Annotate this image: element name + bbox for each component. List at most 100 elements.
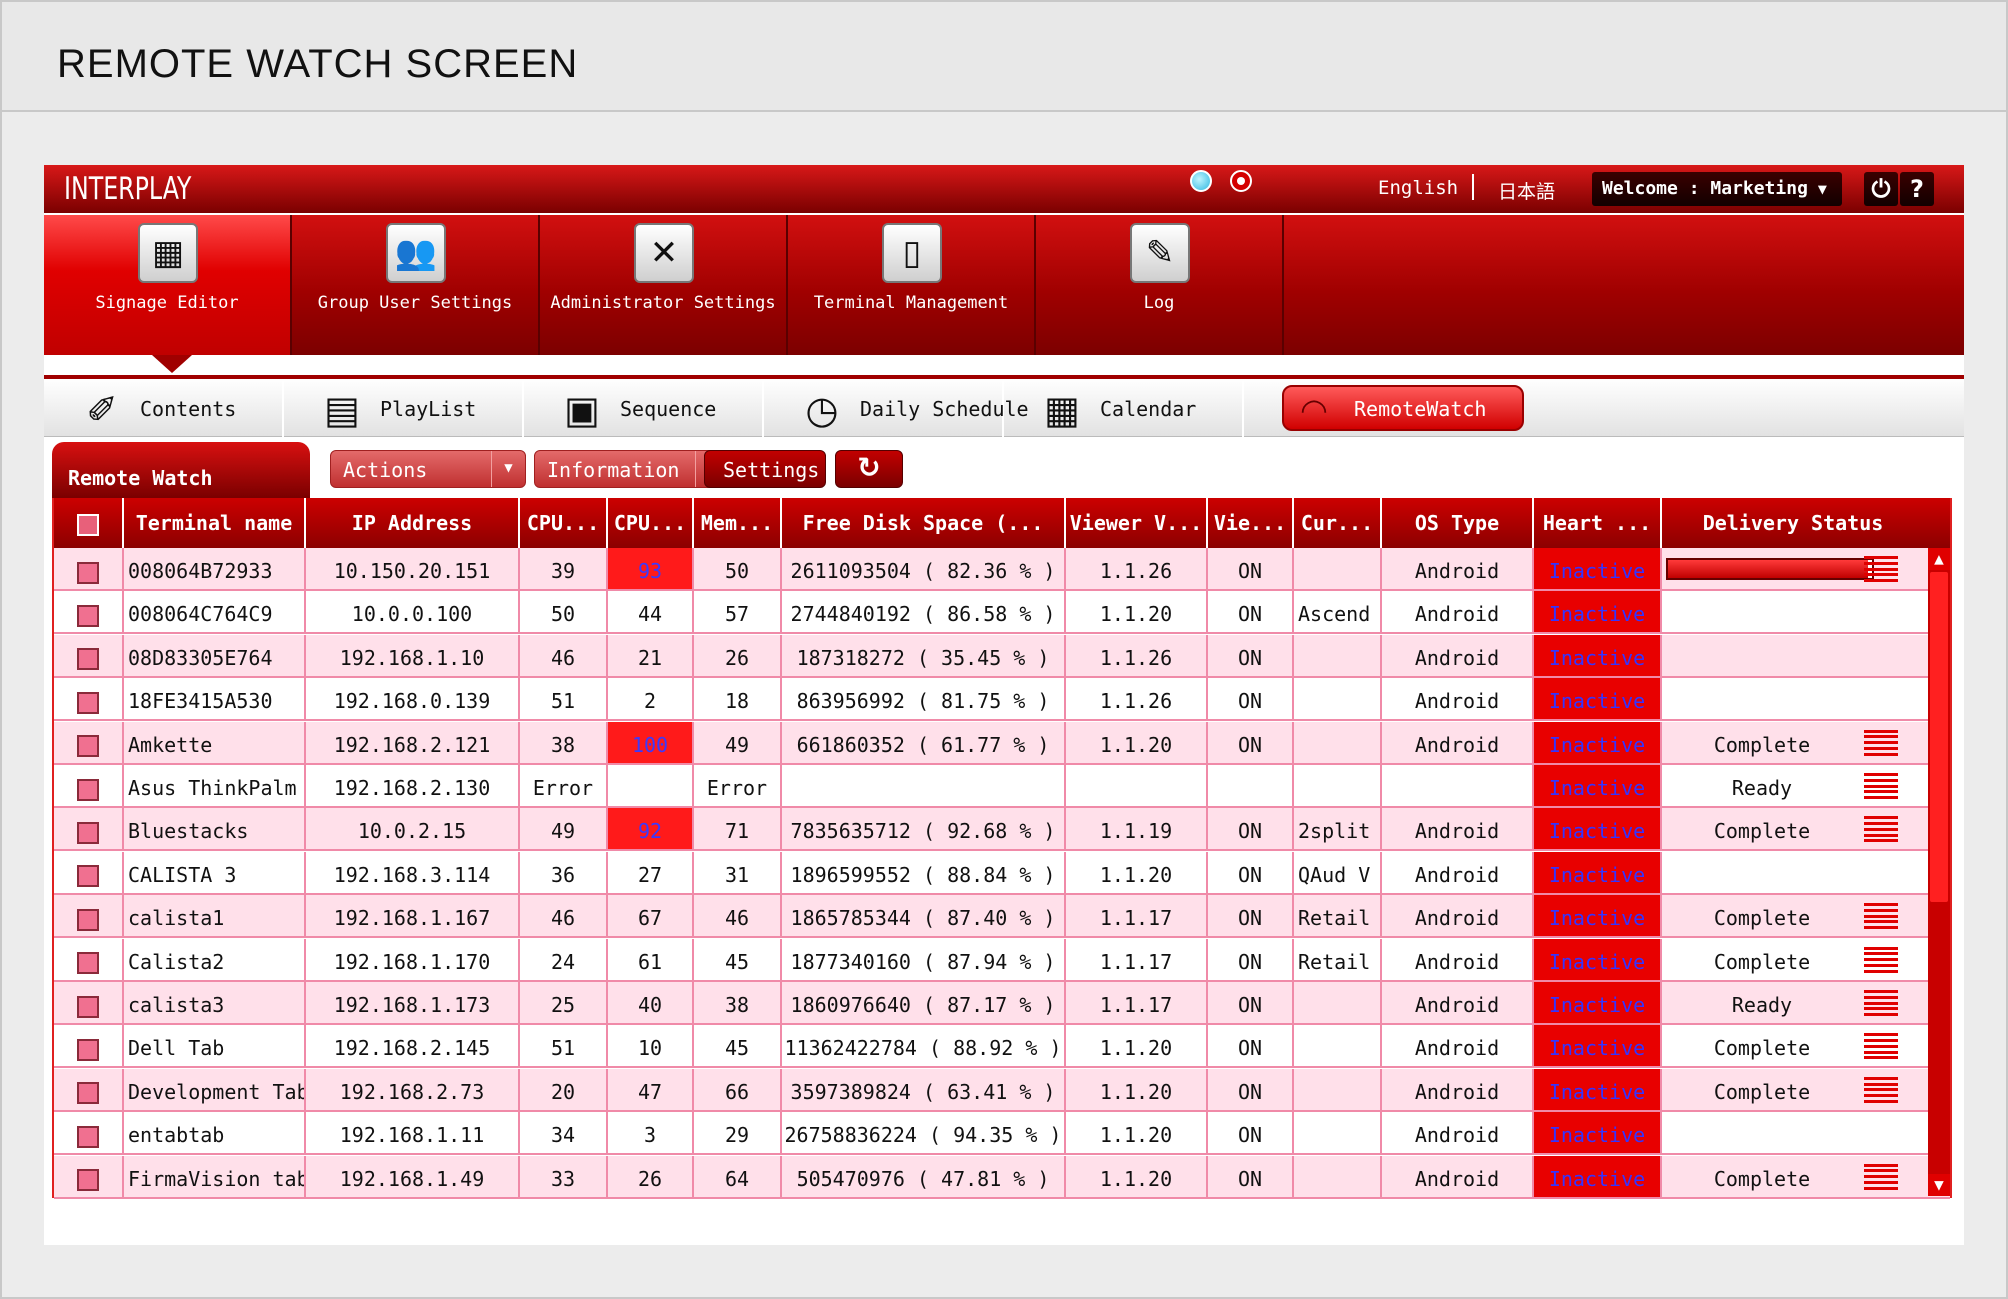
table-row[interactable]: calista3 192.168.1.173 25 40 38 1860976640 ( … [54,982,1950,1025]
list-detail-icon[interactable] [1864,1163,1898,1190]
row-checkbox[interactable] [77,1169,99,1192]
cpu2-cell: 67 [608,895,694,937]
language-japanese-link[interactable]: 日本語 [1498,177,1555,204]
cpu1-cell: 34 [520,1112,608,1154]
os-cell: Android [1382,721,1534,763]
scroll-up-icon[interactable]: ▲ [1928,548,1950,570]
row-select-cell[interactable] [54,634,124,676]
row-checkbox[interactable] [77,604,99,627]
list-detail-icon[interactable] [1864,903,1898,930]
nav-item-group-user-settings[interactable]: 👥 Group User Settings [292,215,540,355]
table-row[interactable]: entabtab 192.168.1.11 34 3 29 26758836224 ( 9… [54,1112,1950,1156]
row-checkbox[interactable] [77,648,99,671]
row-checkbox[interactable] [77,865,99,888]
row-select-cell[interactable] [54,895,124,937]
subnav-item-playlist[interactable]: ▤ PlayList [284,381,524,437]
list-detail-icon[interactable] [1864,990,1898,1016]
table-row[interactable]: 008064C764C9 10.0.0.100 50 44 57 2744840192 (… [54,591,1950,635]
disk-cell: 863956992 ( 81.75 % ) [782,678,1066,720]
os-cell: Android [1382,1068,1534,1110]
list-detail-icon[interactable] [1864,1076,1898,1103]
tab-remote-watch[interactable]: Remote Watch [52,442,310,498]
cpu2-cell: 40 [608,982,694,1023]
column-header: Heart ... [1534,498,1662,548]
subnav-item-contents[interactable]: ✐ Contents [44,381,284,437]
vie-cell: ON [1208,1068,1294,1110]
row-select-cell[interactable] [54,982,124,1023]
table-row[interactable]: Bluestacks 10.0.2.15 49 92 71 7835635712 ( 92… [54,808,1950,852]
delivery-cell: Complete [1662,939,1902,980]
table-row[interactable]: CALISTA 3 192.168.3.114 36 27 31 1896599552 (… [54,851,1950,895]
row-checkbox[interactable] [77,995,99,1018]
actions-dropdown[interactable]: Actions ▼ [330,450,526,488]
row-select-cell[interactable] [54,1112,124,1154]
cpu1-cell: 46 [520,895,608,937]
nav-item-label: Terminal Management [813,293,1009,313]
row-checkbox[interactable] [77,1125,99,1148]
row-checkbox[interactable] [77,691,99,714]
help-button[interactable]: ? [1900,172,1934,206]
row-select-cell[interactable] [54,678,124,720]
subnav-item-calendar[interactable]: ▦ Calendar [1004,381,1244,437]
table-row[interactable]: FirmaVision table192.168.1.4933266450547… [54,1155,1950,1199]
delivery-status-text: Complete [1713,1036,1811,1061]
nav-item-signage-editor[interactable]: ▦ Signage Editor [44,215,292,373]
row-checkbox[interactable] [77,561,99,584]
row-checkbox[interactable] [77,821,99,844]
name-cell: FirmaVision table [124,1155,306,1197]
subnav-item-sequence[interactable]: ▣ Sequence [524,381,764,437]
os-cell: Android [1382,591,1534,633]
list-detail-icon[interactable] [1864,556,1898,582]
row-select-cell[interactable] [54,765,124,806]
nav-item-administrator-settings[interactable]: ✕ Administrator Settings [540,215,788,355]
delivery-cell [1662,1112,1902,1153]
list-detail-icon[interactable] [1864,816,1898,843]
subnav-item-daily-schedule[interactable]: ◷ Daily Schedule [764,381,1029,437]
list-detail-icon[interactable] [1864,773,1898,799]
refresh-icon[interactable]: ↻ [835,450,903,488]
row-checkbox[interactable] [77,908,99,931]
power-icon[interactable]: ⏻ [1864,172,1898,206]
row-select-cell[interactable] [54,1025,124,1067]
select-all-checkbox[interactable] [77,513,99,536]
row-checkbox[interactable] [77,952,99,975]
vertical-scrollbar[interactable]: ▲ ▼ [1928,548,1950,1196]
row-select-cell[interactable] [54,808,124,850]
heart-cell: Inactive [1534,851,1662,893]
table-row[interactable]: 008064B72933 10.150.20.151 39 93 50 261109350… [54,548,1950,591]
row-select-cell[interactable] [54,721,124,763]
table-row[interactable]: Amkette 192.168.2.121 38 100 49 661860352 ( 6… [54,721,1950,765]
row-checkbox[interactable] [77,1082,99,1105]
scroll-thumb[interactable] [1930,572,1948,902]
scroll-down-icon[interactable]: ▼ [1928,1174,1950,1196]
subnav-item-remotewatch[interactable]: ◠ RemoteWatch [1282,385,1524,431]
table-row[interactable]: Dell Tab 192.168.2.145 51 10 45 11362422784 (… [54,1025,1950,1069]
table-row[interactable]: 08D83305E764 192.168.1.10 46 21 26 187318272 … [54,634,1950,678]
row-select-cell[interactable] [54,851,124,893]
header-select-all[interactable] [54,498,124,548]
table-row[interactable]: 18FE3415A530 192.168.0.139 51 2 18 863956992 … [54,678,1950,722]
row-select-cell[interactable] [54,591,124,633]
table-row[interactable]: Asus ThinkPalm 192.168.2.130 Error Error Ina… [54,765,1950,808]
row-checkbox[interactable] [77,1038,99,1061]
row-select-cell[interactable] [54,1068,124,1110]
row-select-cell[interactable] [54,548,124,589]
settings-button[interactable]: Settings [704,450,826,488]
table-row[interactable]: Calista2 192.168.1.170 24 61 45 1877340160 ( … [54,938,1950,982]
language-english-link[interactable]: English [1378,177,1458,199]
row-select-cell[interactable] [54,1155,124,1197]
table-row[interactable]: calista1 192.168.1.167 46 67 46 1865785344 ( … [54,895,1950,939]
information-dropdown[interactable]: Information ▼ [534,450,730,488]
table-row[interactable]: Development Tab 7192.168.2.7320476635973… [54,1068,1950,1112]
list-detail-icon[interactable] [1864,1033,1898,1060]
nav-item-terminal-management[interactable]: ▯ Terminal Management [788,215,1036,355]
row-checkbox[interactable] [77,778,99,801]
list-detail-icon[interactable] [1864,729,1898,756]
list-detail-icon[interactable] [1864,946,1898,973]
nav-item-log[interactable]: ✎ Log [1036,215,1284,355]
user-menu-dropdown[interactable]: Welcome : Marketing ▼ [1592,172,1842,206]
cpu1-cell: 36 [520,851,608,893]
row-select-cell[interactable] [54,938,124,980]
row-checkbox[interactable] [77,735,99,758]
cur-cell [1294,765,1382,806]
